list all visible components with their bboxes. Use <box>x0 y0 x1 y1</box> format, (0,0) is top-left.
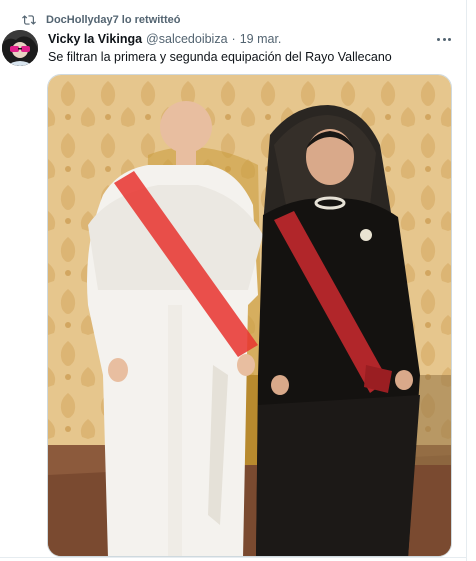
column-divider <box>466 0 467 561</box>
retweet-icon <box>22 15 36 25</box>
tweet-card[interactable]: DocHollyday7 lo retwitteó Vicky la Vikin… <box>0 0 476 561</box>
tweet-photo[interactable] <box>47 74 452 557</box>
tweet-divider <box>0 557 466 558</box>
avatar[interactable] <box>2 30 38 66</box>
display-name[interactable]: Vicky la Vikinga <box>48 32 142 46</box>
retweet-context: DocHollyday7 lo retwitteó <box>22 12 180 28</box>
separator-dot: · <box>231 32 236 46</box>
retweet-label[interactable]: DocHollyday7 lo retwitteó <box>46 14 180 26</box>
tweet-text: Se filtran la primera y segunda equipaci… <box>48 50 392 64</box>
more-options-icon[interactable] <box>434 32 454 46</box>
user-handle[interactable]: @salcedoibiza <box>146 32 227 46</box>
timestamp[interactable]: 19 mar. <box>240 32 282 46</box>
tweet-header: Vicky la Vikinga @salcedoibiza · 19 mar. <box>48 30 281 48</box>
